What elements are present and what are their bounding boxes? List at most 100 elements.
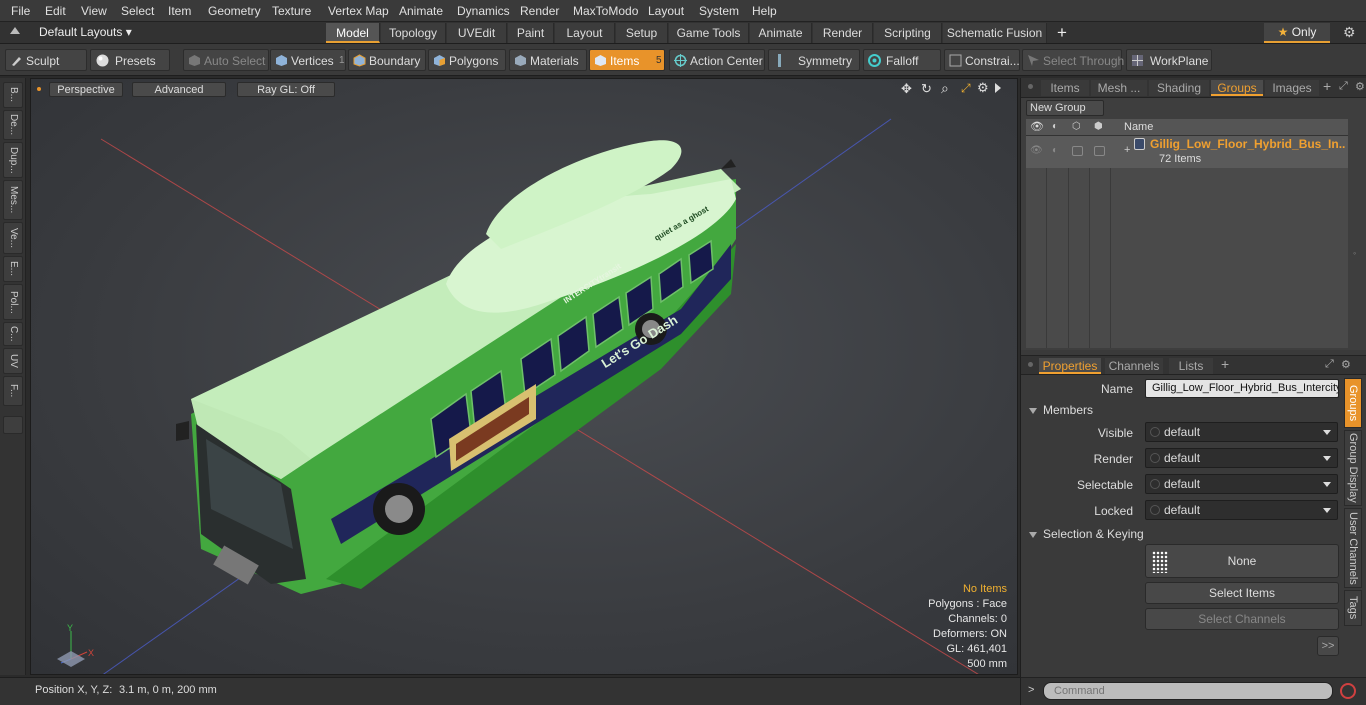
left-tab-uv[interactable]: UV bbox=[3, 348, 23, 374]
selectable-dropdown[interactable]: default bbox=[1145, 474, 1338, 494]
tab-uvedit[interactable]: UVEdit bbox=[447, 23, 507, 43]
menu-file[interactable]: File bbox=[11, 4, 30, 18]
selection-keying-section[interactable]: Selection & Keying bbox=[1029, 527, 1144, 541]
tab-images[interactable]: Images bbox=[1265, 80, 1319, 96]
add-tab-icon[interactable]: + bbox=[1057, 23, 1067, 43]
tab-setup[interactable]: Setup bbox=[616, 23, 668, 43]
constraints-button[interactable]: Constrai... bbox=[944, 49, 1020, 71]
render-column-icon[interactable]: ◐ bbox=[1052, 121, 1058, 132]
left-tab-fusion[interactable]: F... bbox=[3, 376, 23, 406]
props-menu-dot-icon[interactable] bbox=[1028, 362, 1033, 367]
tab-schematic-fusion[interactable]: Schematic Fusion bbox=[943, 23, 1047, 43]
tab-model[interactable]: Model bbox=[326, 23, 380, 43]
menu-geometry[interactable]: Geometry bbox=[208, 4, 261, 18]
panel-menu-dot-icon[interactable] bbox=[1028, 84, 1033, 89]
menu-edit[interactable]: Edit bbox=[45, 4, 66, 18]
3d-viewport[interactable]: Perspective Advanced Ray GL: Off ✥ ↻ ⌕ ⤢… bbox=[30, 78, 1018, 675]
layouts-dropdown[interactable]: Default Layouts ▾ bbox=[39, 25, 132, 39]
tab-properties[interactable]: Properties bbox=[1039, 358, 1101, 374]
left-tab-vertex[interactable]: Ve... bbox=[3, 222, 23, 254]
add-props-tab-icon[interactable]: + bbox=[1221, 356, 1229, 372]
action-center-button[interactable]: Action Center bbox=[669, 49, 765, 71]
expand-plus-icon[interactable]: + bbox=[1124, 144, 1130, 156]
group-row[interactable]: 👁 ◐ + Gillig_Low_Floor_Hybrid_Bus_In... … bbox=[1026, 136, 1348, 168]
left-tab-duplicate[interactable]: Dup... bbox=[3, 142, 23, 178]
keying-none-button[interactable]: None bbox=[1145, 544, 1339, 578]
menu-view[interactable]: View bbox=[81, 4, 107, 18]
lock-column-icon[interactable]: ⬡ bbox=[1072, 121, 1081, 132]
left-tab-curve[interactable]: C... bbox=[3, 322, 23, 346]
menu-help[interactable]: Help bbox=[752, 4, 777, 18]
groups-scrollbar[interactable]: ◦ bbox=[1351, 138, 1361, 348]
left-tab-edge[interactable]: E... bbox=[3, 256, 23, 282]
falloff-button[interactable]: Falloff bbox=[863, 49, 941, 71]
tab-game-tools[interactable]: Game Tools bbox=[669, 23, 749, 43]
select-channels-button[interactable]: Select Channels bbox=[1145, 608, 1339, 630]
select-column-icon[interactable]: ⬢ bbox=[1094, 121, 1103, 132]
row-render-icon[interactable]: ◐ bbox=[1052, 145, 1058, 156]
select-items-button[interactable]: Select Items bbox=[1145, 582, 1339, 604]
only-toggle[interactable]: ★ Only bbox=[1264, 23, 1330, 43]
tab-render[interactable]: Render bbox=[813, 23, 873, 43]
menu-dynamics[interactable]: Dynamics bbox=[457, 4, 510, 18]
props-gear-icon[interactable]: ⚙ bbox=[1341, 358, 1351, 371]
menu-texture[interactable]: Texture bbox=[272, 4, 311, 18]
render-dropdown[interactable]: default bbox=[1145, 448, 1338, 468]
side-tab-groups[interactable]: Groups bbox=[1344, 378, 1362, 428]
materials-button[interactable]: Materials bbox=[509, 49, 587, 71]
polygons-button[interactable]: Polygons bbox=[428, 49, 506, 71]
new-group-button[interactable]: New Group bbox=[1026, 100, 1104, 116]
tab-layout[interactable]: Layout bbox=[555, 23, 615, 43]
row-lock-checkbox[interactable] bbox=[1072, 146, 1083, 156]
menu-item[interactable]: Item bbox=[168, 4, 191, 18]
row-eye-icon[interactable]: 👁 bbox=[1030, 145, 1043, 156]
panel-maximize-icon[interactable]: ⤢ bbox=[1339, 80, 1348, 93]
left-tab-basic[interactable]: B... bbox=[3, 82, 23, 108]
presets-button[interactable]: Presets bbox=[90, 49, 170, 71]
tab-mesh[interactable]: Mesh ... bbox=[1091, 80, 1147, 96]
props-maximize-icon[interactable]: ⤢ bbox=[1325, 358, 1334, 371]
auto-select-button[interactable]: Auto Select bbox=[183, 49, 269, 71]
items-button[interactable]: Items 5 bbox=[589, 49, 665, 71]
left-tab-more[interactable] bbox=[3, 416, 23, 434]
menu-select[interactable]: Select bbox=[121, 4, 154, 18]
vertices-button[interactable]: Vertices 1 bbox=[270, 49, 346, 71]
row-select-checkbox[interactable] bbox=[1094, 146, 1105, 156]
collapse-icon[interactable] bbox=[10, 27, 20, 34]
panel-gear-icon[interactable]: ⚙ bbox=[1355, 80, 1365, 93]
workplane-button[interactable]: WorkPlane bbox=[1126, 49, 1212, 71]
left-tab-deform[interactable]: De... bbox=[3, 110, 23, 140]
left-tab-polygon[interactable]: Pol... bbox=[3, 284, 23, 320]
record-icon[interactable] bbox=[1340, 683, 1356, 699]
members-section[interactable]: Members bbox=[1029, 403, 1093, 417]
tab-paint[interactable]: Paint bbox=[508, 23, 554, 43]
symmetry-button[interactable]: Symmetry bbox=[768, 49, 860, 71]
sculpt-button[interactable]: Sculpt bbox=[5, 49, 87, 71]
tab-scripting[interactable]: Scripting bbox=[874, 23, 942, 43]
side-tab-group-display[interactable]: Group Display bbox=[1344, 430, 1362, 506]
tab-lists[interactable]: Lists bbox=[1169, 358, 1213, 374]
menu-vertex-map[interactable]: Vertex Map bbox=[328, 4, 389, 18]
menu-animate[interactable]: Animate bbox=[399, 4, 443, 18]
locked-dropdown[interactable]: default bbox=[1145, 500, 1338, 520]
menu-render[interactable]: Render bbox=[520, 4, 559, 18]
group-name-input[interactable]: Gillig_Low_Floor_Hybrid_Bus_Intercity bbox=[1145, 379, 1339, 398]
tab-animate[interactable]: Animate bbox=[750, 23, 812, 43]
tab-items[interactable]: Items bbox=[1041, 80, 1089, 96]
tab-topology[interactable]: Topology bbox=[381, 23, 446, 43]
command-input[interactable] bbox=[1043, 682, 1333, 700]
add-panel-tab-icon[interactable]: + bbox=[1323, 78, 1331, 94]
visible-dropdown[interactable]: default bbox=[1145, 422, 1338, 442]
settings-gear-icon[interactable]: ⚙ bbox=[1343, 24, 1356, 41]
menu-maxtomodo[interactable]: MaxToModo bbox=[573, 4, 638, 18]
boundary-button[interactable]: Boundary bbox=[348, 49, 426, 71]
more-button[interactable]: >> bbox=[1317, 636, 1339, 656]
left-tab-mesh-edit[interactable]: Mes... bbox=[3, 180, 23, 220]
visibility-eye-icon[interactable]: 👁 bbox=[1030, 120, 1044, 133]
tab-channels[interactable]: Channels bbox=[1105, 358, 1163, 374]
select-through-button[interactable]: Select Through bbox=[1022, 49, 1124, 71]
menu-system[interactable]: System bbox=[699, 4, 739, 18]
side-tab-tags[interactable]: Tags bbox=[1344, 590, 1362, 626]
tab-shading[interactable]: Shading bbox=[1149, 80, 1209, 96]
side-tab-user-channels[interactable]: User Channels bbox=[1344, 508, 1362, 588]
